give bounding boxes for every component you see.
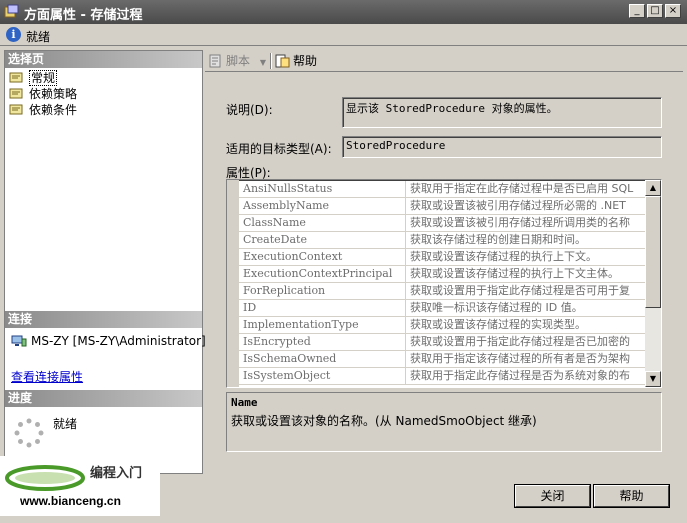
property-row[interactable]: ClassName 获取或设置该被引用存储过程所调用类的名称 xyxy=(239,215,647,232)
grid-scrollbar[interactable]: ▲ ▼ xyxy=(645,180,661,387)
properties-grid[interactable]: AnsiNullsStatus 获取用于指定在此存储过程中是否已启用 SQL Ass… xyxy=(226,179,662,388)
connection-header: 连接 xyxy=(5,311,202,328)
property-name: AssemblyName xyxy=(239,198,406,214)
property-row[interactable]: ID 获取唯一标识该存储过程的 ID 值。 xyxy=(239,300,647,317)
status-bar: i 就绪 xyxy=(0,24,687,46)
nav-item-label: 依赖条件 xyxy=(29,103,78,117)
close-button[interactable]: 关闭 xyxy=(515,485,590,507)
property-name: ExecutionContext xyxy=(239,249,406,265)
connection-text: MS-ZY [MS-ZY\Administrator] xyxy=(31,334,206,348)
script-button[interactable]: 脚本 ▼ xyxy=(208,52,266,70)
property-value: 获取或设置用于指定此存储过程是否可用于复 xyxy=(410,284,630,297)
page-icon xyxy=(9,88,23,99)
maximize-button[interactable]: □ xyxy=(647,4,663,18)
property-row[interactable]: ForReplication 获取或设置用于指定此存储过程是否可用于复 xyxy=(239,283,647,300)
server-icon xyxy=(11,335,27,347)
property-description-title: Name xyxy=(231,396,258,409)
property-row[interactable]: ImplementationType 获取或设置该存储过程的实现类型。 xyxy=(239,317,647,334)
property-name: IsEncrypted xyxy=(239,334,406,350)
close-window-button[interactable]: × xyxy=(665,4,681,18)
progress-text: 就绪 xyxy=(53,417,78,431)
minimize-button[interactable]: _ xyxy=(629,4,645,18)
page-icon xyxy=(9,104,23,115)
property-row[interactable]: ExecutionContextPrincipal 获取或设置该存储过程的执行上下… xyxy=(239,266,647,283)
property-row[interactable]: CreateDate 获取该存储过程的创建日期和时间。 xyxy=(239,232,647,249)
facet-icon xyxy=(4,4,19,18)
progress-spinner-icon xyxy=(14,418,44,448)
target-type-label: 适用的目标类型(A): xyxy=(226,142,332,156)
left-panel: 选择页 常规 依赖策略 依赖条件 连接 MS-ZY [MS-ZY\Adminis… xyxy=(4,50,206,474)
property-row[interactable]: IsEncrypted 获取或设置用于指定此存储过程是否已加密的 xyxy=(239,334,647,351)
info-icon: i xyxy=(6,27,21,42)
property-value: 获取用于指定此存储过程是否为系统对象的布 xyxy=(410,369,630,382)
property-name: AnsiNullsStatus xyxy=(239,181,406,197)
property-name: ID xyxy=(239,300,406,316)
property-description-body: 获取或设置该对象的名称。(从 NamedSmoObject 继承) xyxy=(231,414,537,428)
nav-item-dependent-policies[interactable]: 依赖策略 xyxy=(9,86,77,102)
property-name: CreateDate xyxy=(239,232,406,248)
select-page-header: 选择页 xyxy=(5,51,202,68)
property-name: ImplementationType xyxy=(239,317,406,333)
status-text: 就绪 xyxy=(26,30,51,44)
script-label: 脚本 xyxy=(226,54,251,68)
property-name: ExecutionContextPrincipal xyxy=(239,266,406,282)
nav-item-general[interactable]: 常规 xyxy=(9,70,58,86)
grid-gutter xyxy=(227,180,239,387)
view-connection-properties-link[interactable]: 查看连接属性 xyxy=(11,368,83,385)
watermark-title: 编程入门 xyxy=(90,466,143,481)
property-row[interactable]: AnsiNullsStatus 获取用于指定在此存储过程中是否已启用 SQL xyxy=(239,181,647,198)
property-row[interactable]: IsSystemObject 获取用于指定此存储过程是否为系统对象的布 xyxy=(239,368,647,385)
nav-item-label: 常规 xyxy=(29,70,58,86)
connection-info: MS-ZY [MS-ZY\Administrator] xyxy=(11,334,206,348)
progress-header: 进度 xyxy=(5,390,202,407)
property-name: ForReplication xyxy=(239,283,406,299)
property-name: IsSystemObject xyxy=(239,368,406,384)
property-value: 获取或设置该被引用存储过程所调用类的名称 xyxy=(410,216,630,229)
property-row[interactable]: AssemblyName 获取或设置该被引用存储过程所必需的 .NET xyxy=(239,198,647,215)
property-value: 获取或设置用于指定此存储过程是否已加密的 xyxy=(410,335,630,348)
watermark-logo: 编程入门 www.bianceng.cn xyxy=(0,456,160,516)
property-value: 获取或设置该被引用存储过程所必需的 .NET xyxy=(410,199,626,212)
help-toolbar-button[interactable]: 帮助 xyxy=(275,52,317,70)
property-row[interactable]: IsSchemaOwned 获取用于指定该存储过程的所有者是否为架构 xyxy=(239,351,647,368)
help-toolbar-label: 帮助 xyxy=(293,54,318,68)
property-value: 获取用于指定该存储过程的所有者是否为架构 xyxy=(410,352,630,365)
property-value: 获取或设置该存储过程的实现类型。 xyxy=(410,318,586,331)
property-value: 获取该存储过程的创建日期和时间。 xyxy=(410,233,586,246)
property-value: 获取用于指定在此存储过程中是否已启用 SQL xyxy=(410,182,634,195)
property-value: 获取唯一标识该存储过程的 ID 值。 xyxy=(410,301,583,314)
right-panel: 脚本 ▼ 帮助 说明(D): 显示该 StoredProcedure 对象的属性… xyxy=(205,50,683,474)
facet-properties-window: 方面属性 - 存储过程 _ □ × i 就绪 选择页 常规 依赖策略 依赖条件 … xyxy=(0,0,687,523)
target-type-field: StoredProcedure xyxy=(342,136,662,158)
nav-item-dependent-conditions[interactable]: 依赖条件 xyxy=(9,102,77,118)
toolbar: 脚本 ▼ 帮助 xyxy=(205,50,683,72)
page-icon xyxy=(9,72,23,83)
scroll-thumb[interactable] xyxy=(645,196,661,308)
dropdown-arrow-icon: ▼ xyxy=(259,58,266,67)
scroll-down-icon[interactable]: ▼ xyxy=(645,371,661,387)
property-name: ClassName xyxy=(239,215,406,231)
nav-item-label: 依赖策略 xyxy=(29,87,78,101)
property-value: 获取或设置该存储过程的执行上下文。 xyxy=(410,250,597,263)
description-label: 说明(D): xyxy=(226,103,273,117)
help-button[interactable]: 帮助 xyxy=(594,485,669,507)
help-icon xyxy=(275,54,290,68)
property-description-panel: Name 获取或设置该对象的名称。(从 NamedSmoObject 继承) xyxy=(226,392,662,452)
title-bar[interactable]: 方面属性 - 存储过程 _ □ × xyxy=(0,0,687,24)
scroll-up-icon[interactable]: ▲ xyxy=(645,180,661,196)
property-name: IsSchemaOwned xyxy=(239,351,406,367)
script-icon xyxy=(209,54,221,68)
watermark-url: www.bianceng.cn xyxy=(20,494,121,508)
property-value: 获取或设置该存储过程的执行上下文主体。 xyxy=(410,267,619,280)
window-title: 方面属性 - 存储过程 xyxy=(24,8,143,23)
toolbar-separator xyxy=(270,53,272,69)
property-row[interactable]: ExecutionContext 获取或设置该存储过程的执行上下文。 xyxy=(239,249,647,266)
description-field: 显示该 StoredProcedure 对象的属性。 xyxy=(342,97,662,128)
